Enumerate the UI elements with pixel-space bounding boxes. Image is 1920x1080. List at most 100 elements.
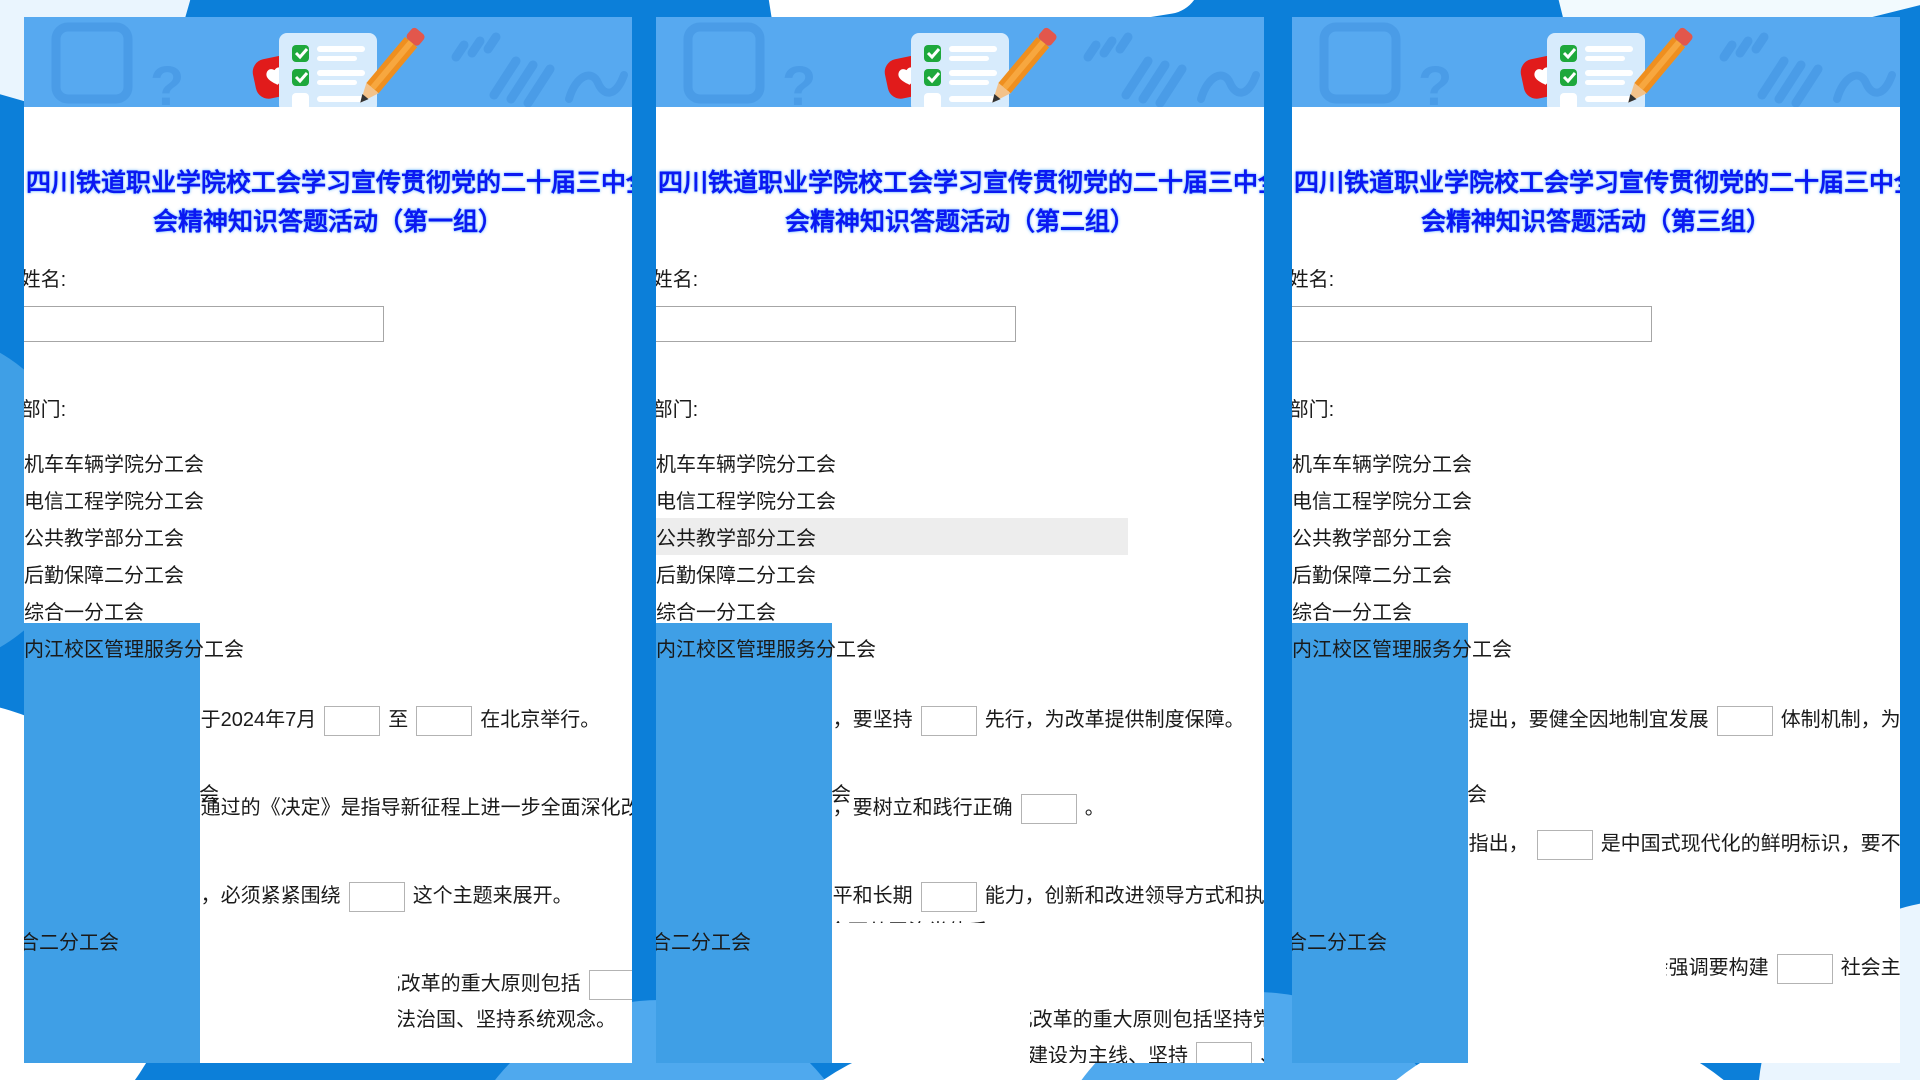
radio-option[interactable]: 机车车辆学院分工会 — [1292, 448, 1496, 477]
radio-option[interactable]: 后勤保障二分工会 — [1292, 559, 1496, 588]
department-options: 机车车辆学院分工会城市轨道交通学院分工会铁道工电学院分工会电信工程学院分工会经济… — [656, 444, 1264, 666]
question-mark-icon: ? — [1418, 54, 1452, 107]
squiggle-icon — [1837, 75, 1892, 99]
question-text: 至 — [388, 709, 408, 731]
radio-option-label: 机车车辆学院分工会 — [24, 448, 204, 477]
radio-option-label: 后勤保障二分工会 — [24, 559, 184, 588]
radio-option[interactable]: 综合一分工会 — [656, 596, 860, 625]
page-background: ? — [0, 0, 1920, 1080]
banner-art: ? — [656, 17, 1264, 107]
question-text: 先行，为改革提供制度保障。 — [985, 709, 1245, 731]
question-text: 、坚持 — [1260, 1045, 1264, 1063]
blank-input[interactable] — [589, 970, 632, 1000]
radio-option[interactable]: 电信工程学院分工会 — [24, 485, 228, 514]
radio-option-label: 电信工程学院分工会 — [1292, 485, 1472, 514]
radio-option-label: 内江校区管理服务分工会 — [656, 633, 876, 662]
radio-option-label: 后勤保障二分工会 — [656, 559, 816, 588]
department-option-row: 综合一分工会综合二分工会内江校区教学分工会 — [1292, 592, 1900, 629]
blank-input[interactable] — [1196, 1042, 1252, 1063]
blank-input[interactable] — [1777, 954, 1833, 984]
radio-option[interactable]: 综合一分工会 — [24, 596, 228, 625]
department-options: 机车车辆学院分工会城市轨道交通学院分工会铁道工电学院分工会电信工程学院分工会经济… — [1292, 444, 1900, 666]
survey-panel: ? — [1292, 17, 1900, 1063]
radio-option[interactable]: 机车车辆学院分工会 — [24, 448, 228, 477]
question-text: 这个主题来展开。 — [413, 885, 573, 907]
survey-form: 1.姓名: 2.部门: 机车车辆学院分工会城市轨道交通学院分工会铁道工电学院分工… — [24, 268, 632, 1038]
radio-option-label: 电信工程学院分工会 — [656, 485, 836, 514]
radio-option[interactable]: 电信工程学院分工会 — [1292, 485, 1496, 514]
radio-option-label: 电信工程学院分工会 — [24, 485, 204, 514]
blank-input[interactable] — [921, 706, 977, 736]
squiggle-icon — [569, 75, 624, 99]
tally-marks-icon — [1724, 37, 1818, 103]
radio-option[interactable]: 综合二分工会 — [656, 771, 832, 1064]
banner-art: ? — [1292, 17, 1900, 107]
tally-marks-icon — [456, 37, 550, 103]
radio-option-label: 综合二分工会 — [656, 926, 751, 955]
banner: ? — [656, 17, 1264, 107]
department-option-row: 公共教学部分工会图书信息中心分工会后勤保障一分工会 — [656, 518, 1264, 555]
department-option-row: 机车车辆学院分工会城市轨道交通学院分工会铁道工电学院分工会 — [24, 444, 632, 481]
department-option-row: 内江校区管理服务分工会 — [24, 629, 632, 666]
radio-option-label: 内江校区管理服务分工会 — [1292, 633, 1512, 662]
department-label: 2.部门: — [24, 398, 632, 422]
square-outline-icon — [688, 27, 760, 99]
question-mark-icon: ? — [150, 54, 184, 107]
square-outline-icon — [56, 27, 128, 99]
department-option-row: 综合一分工会综合二分工会内江校区教学分工会 — [656, 592, 1264, 629]
radio-option[interactable]: 后勤保障二分工会 — [24, 559, 228, 588]
name-input[interactable] — [24, 306, 384, 342]
name-input[interactable] — [1292, 306, 1652, 342]
question-text: 。 — [1085, 797, 1105, 819]
radio-option-label: 后勤保障二分工会 — [1292, 559, 1452, 588]
radio-option-label: 综合一分工会 — [1292, 596, 1412, 625]
blank-input[interactable] — [324, 706, 380, 736]
squiggle-icon — [1201, 75, 1256, 99]
survey-form: 1.姓名: 2.部门: 机车车辆学院分工会城市轨道交通学院分工会铁道工电学院分工… — [656, 268, 1264, 1063]
department-option-row: 后勤保障二分工会教务实训分工会学生工作分工会 — [656, 555, 1264, 592]
radio-option-label: 机车车辆学院分工会 — [1292, 448, 1472, 477]
radio-option[interactable]: 内江校区管理服务分工会 — [656, 633, 860, 662]
question-text: 在北京举行。 — [480, 709, 600, 731]
radio-option-label: 公共教学部分工会 — [24, 522, 184, 551]
radio-option[interactable]: 电信工程学院分工会 — [656, 485, 860, 514]
department-option-row: 电信工程学院分工会经济管理学院分工会马克思主义学院分工会 — [1292, 481, 1900, 518]
survey-panel: ? — [656, 17, 1264, 1063]
department-option-row: 内江校区管理服务分工会 — [1292, 629, 1900, 666]
banner: ? — [1292, 17, 1900, 107]
survey-title: 四川铁道职业学院校工会学习宣传贯彻党的二十届三中全会精神知识答题活动（第一组） — [26, 164, 630, 242]
radio-option[interactable]: 综合一分工会 — [1292, 596, 1496, 625]
name-label: 1.姓名: — [1292, 268, 1900, 292]
question-text: 能力，创新和改进领导方式和执政方式，深化党的 — [985, 885, 1264, 907]
question-text: 是中国式现代化的鲜明标识，要不断推进 — [1601, 833, 1900, 855]
blank-input[interactable] — [1717, 706, 1773, 736]
radio-option[interactable]: 机车车辆学院分工会 — [656, 448, 860, 477]
radio-option[interactable]: 综合二分工会 — [24, 771, 200, 1064]
department-options: 机车车辆学院分工会城市轨道交通学院分工会铁道工电学院分工会电信工程学院分工会经济… — [24, 444, 632, 666]
name-label: 1.姓名: — [24, 268, 632, 292]
radio-option[interactable]: 内江校区管理服务分工会 — [1292, 633, 1496, 662]
question-mark-icon: ? — [782, 54, 816, 107]
department-option-row: 机车车辆学院分工会城市轨道交通学院分工会铁道工电学院分工会 — [1292, 444, 1900, 481]
blank-input[interactable] — [1021, 794, 1077, 824]
department-option-row: 内江校区管理服务分工会 — [656, 629, 1264, 666]
department-label: 2.部门: — [1292, 398, 1900, 422]
name-input[interactable] — [656, 306, 1016, 342]
radio-option[interactable]: 内江校区管理服务分工会 — [24, 633, 228, 662]
radio-option[interactable]: 公共教学部分工会 — [656, 522, 860, 551]
banner-art: ? — [24, 17, 632, 107]
radio-option[interactable]: 公共教学部分工会 — [1292, 522, 1496, 551]
radio-option[interactable]: 综合二分工会 — [1292, 771, 1468, 1064]
question-text: 社会主义市场经济体制， — [1841, 957, 1900, 979]
blank-input[interactable] — [1537, 830, 1593, 860]
tally-marks-icon — [1088, 37, 1182, 103]
blank-input[interactable] — [349, 882, 405, 912]
radio-option[interactable]: 公共教学部分工会 — [24, 522, 228, 551]
department-option-row: 后勤保障二分工会教务实训分工会学生工作分工会 — [24, 555, 632, 592]
radio-option[interactable]: 后勤保障二分工会 — [656, 559, 860, 588]
survey-panel: ? — [24, 17, 632, 1063]
radio-option-label: 综合二分工会 — [1292, 926, 1387, 955]
blank-input[interactable] — [416, 706, 472, 736]
blank-input[interactable] — [921, 882, 977, 912]
survey-title: 四川铁道职业学院校工会学习宣传贯彻党的二十届三中全会精神知识答题活动（第三组） — [1294, 164, 1898, 242]
